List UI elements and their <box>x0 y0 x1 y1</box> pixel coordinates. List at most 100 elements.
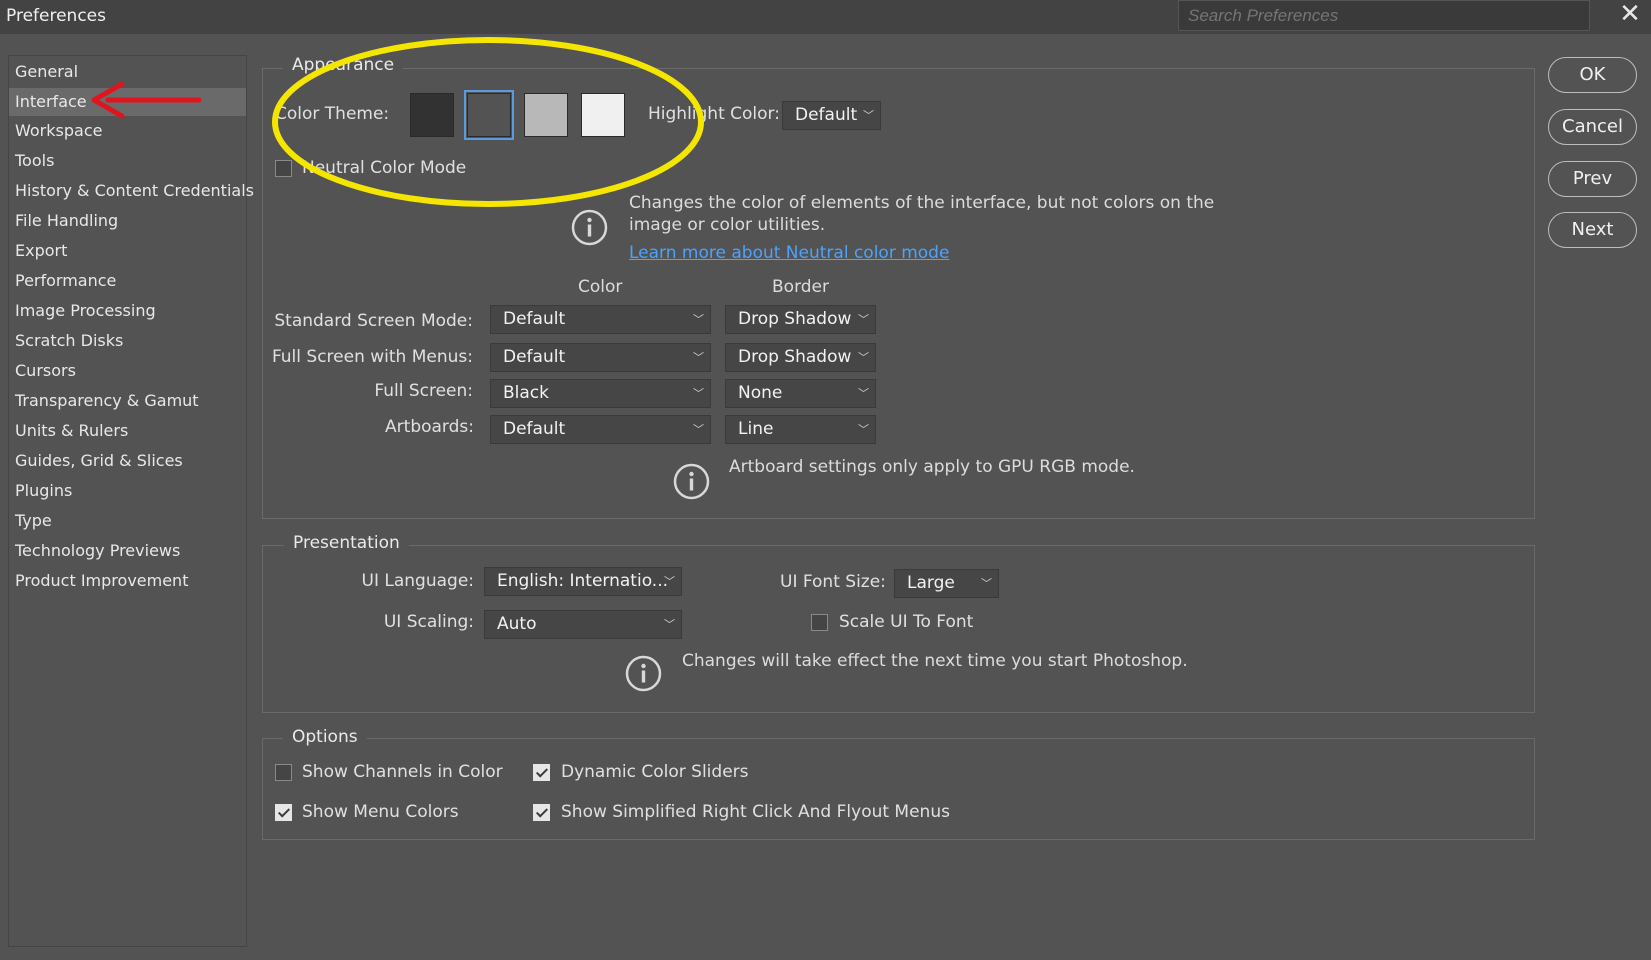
chevron-down-icon: ﹀ <box>858 423 869 436</box>
standard-screen-mode-color-dropdown[interactable]: Default ﹀ <box>490 305 711 334</box>
sidebar-item-plugins[interactable]: Plugins <box>9 477 246 505</box>
highlight-color-value: Default <box>795 105 858 125</box>
sidebar-item-interface[interactable]: Interface <box>9 88 246 116</box>
ui-language-dropdown[interactable]: English: Internatio... ﹀ <box>484 567 682 596</box>
border-column-header: Border <box>772 277 829 297</box>
dropdown-value: Black <box>503 383 549 403</box>
show-simplified-menus-checkbox[interactable] <box>533 804 550 821</box>
appearance-title: Appearance <box>283 55 404 75</box>
standard-screen-mode-border-dropdown[interactable]: Drop Shadow ﹀ <box>725 305 876 334</box>
theme-swatch-medium-light[interactable] <box>524 93 568 137</box>
neutral-info-line2: image or color utilities. <box>629 215 826 235</box>
ui-font-size-dropdown[interactable]: Large ﹀ <box>894 569 999 598</box>
info-icon <box>673 463 710 500</box>
dropdown-value: Default <box>503 419 566 439</box>
color-column-header: Color <box>578 277 623 297</box>
show-menu-colors-checkbox[interactable] <box>275 804 292 821</box>
sidebar-item-technology-previews[interactable]: Technology Previews <box>9 537 246 565</box>
neutral-color-mode-checkbox[interactable] <box>275 160 292 177</box>
highlight-color-dropdown[interactable]: Default ﹀ <box>782 101 881 130</box>
dynamic-color-sliders-checkbox[interactable] <box>533 764 550 781</box>
chevron-down-icon: ﹀ <box>981 577 992 590</box>
dropdown-value: English: Internatio... <box>497 571 669 591</box>
artboards-color-dropdown[interactable]: Default ﹀ <box>490 415 711 444</box>
sidebar-item-product-improvement[interactable]: Product Improvement <box>9 567 246 595</box>
chevron-down-icon: ﹀ <box>858 351 869 364</box>
scale-ui-to-font-label: Scale UI To Font <box>839 612 974 632</box>
theme-swatch-lightest[interactable] <box>581 93 625 137</box>
dropdown-value: Line <box>738 419 774 439</box>
sidebar-item-type[interactable]: Type <box>9 507 246 535</box>
sidebar-item-history-content-credentials[interactable]: History & Content Credentials <box>9 177 254 205</box>
close-icon[interactable]: ✕ <box>1615 0 1645 30</box>
search-input[interactable] <box>1178 0 1590 31</box>
artboard-info-text: Artboard settings only apply to GPU RGB … <box>729 457 1135 477</box>
full-screen-color-dropdown[interactable]: Black ﹀ <box>490 379 711 408</box>
standard-screen-mode-label: Standard Screen Mode: <box>274 311 473 331</box>
cancel-button[interactable]: Cancel <box>1548 109 1637 145</box>
ui-scaling-label: UI Scaling: <box>383 612 474 632</box>
presentation-title: Presentation <box>284 533 409 553</box>
chevron-down-icon: ﹀ <box>693 387 704 400</box>
sidebar-item-file-handling[interactable]: File Handling <box>9 207 246 235</box>
sidebar-item-units-rulers[interactable]: Units & Rulers <box>9 417 246 445</box>
dropdown-value: Default <box>503 309 566 329</box>
sidebar-item-workspace[interactable]: Workspace <box>9 117 246 145</box>
show-channels-in-color-checkbox[interactable] <box>275 764 292 781</box>
sidebar-item-scratch-disks[interactable]: Scratch Disks <box>9 327 246 355</box>
restart-info-text: Changes will take effect the next time y… <box>682 651 1188 671</box>
sidebar-item-guides-grid-slices[interactable]: Guides, Grid & Slices <box>9 447 246 475</box>
chevron-down-icon: ﹀ <box>664 575 675 588</box>
theme-swatch-dark[interactable] <box>464 90 514 140</box>
artboards-label: Artboards: <box>385 417 474 437</box>
sidebar-item-performance[interactable]: Performance <box>9 267 246 295</box>
sidebar-item-cursors[interactable]: Cursors <box>9 357 246 385</box>
prev-button[interactable]: Prev <box>1548 161 1637 197</box>
chevron-down-icon: ﹀ <box>693 423 704 436</box>
info-icon <box>571 209 608 246</box>
dropdown-value: Large <box>907 573 955 593</box>
learn-more-link[interactable]: Learn more about Neutral color mode <box>629 243 949 263</box>
chevron-down-icon: ﹀ <box>693 351 704 364</box>
sidebar-item-export[interactable]: Export <box>9 237 246 265</box>
dynamic-color-sliders-label: Dynamic Color Sliders <box>561 762 749 782</box>
neutral-info-line1: Changes the color of elements of the int… <box>629 193 1215 213</box>
title-bar: Preferences ✕ <box>0 0 1651 34</box>
chevron-down-icon: ﹀ <box>693 313 704 326</box>
full-screen-with-menus-border-dropdown[interactable]: Drop Shadow ﹀ <box>725 343 876 372</box>
ok-button[interactable]: OK <box>1548 57 1637 93</box>
chevron-down-icon: ﹀ <box>858 387 869 400</box>
sidebar-item-general[interactable]: General <box>9 58 246 86</box>
options-group <box>262 738 1535 840</box>
dropdown-value: None <box>738 383 783 403</box>
sidebar-item-transparency-gamut[interactable]: Transparency & Gamut <box>9 387 246 415</box>
chevron-down-icon: ﹀ <box>664 618 675 631</box>
full-screen-border-dropdown[interactable]: None ﹀ <box>725 379 876 408</box>
artboards-border-dropdown[interactable]: Line ﹀ <box>725 415 876 444</box>
sidebar-item-tools[interactable]: Tools <box>9 147 246 175</box>
show-channels-in-color-label: Show Channels in Color <box>302 762 503 782</box>
full-screen-with-menus-label: Full Screen with Menus: <box>271 347 473 367</box>
scale-ui-to-font-checkbox[interactable] <box>811 614 828 631</box>
sidebar-item-image-processing[interactable]: Image Processing <box>9 297 246 325</box>
highlight-color-label: Highlight Color: <box>648 104 780 124</box>
dropdown-value: Drop Shadow <box>738 309 852 329</box>
show-simplified-menus-label: Show Simplified Right Click And Flyout M… <box>561 802 950 822</box>
full-screen-label: Full Screen: <box>374 381 473 401</box>
ui-scaling-dropdown[interactable]: Auto ﹀ <box>484 610 682 639</box>
next-button[interactable]: Next <box>1548 212 1637 248</box>
info-icon <box>625 655 662 692</box>
ui-font-size-label: UI Font Size: <box>780 572 886 592</box>
chevron-down-icon: ﹀ <box>863 109 874 122</box>
dropdown-value: Drop Shadow <box>738 347 852 367</box>
color-theme-label: Color Theme: <box>275 104 390 124</box>
dropdown-value: Auto <box>497 614 537 634</box>
full-screen-with-menus-color-dropdown[interactable]: Default ﹀ <box>490 343 711 372</box>
dropdown-value: Default <box>503 347 566 367</box>
chevron-down-icon: ﹀ <box>858 313 869 326</box>
show-menu-colors-label: Show Menu Colors <box>302 802 459 822</box>
neutral-color-mode-label: Neutral Color Mode <box>302 158 467 178</box>
sidebar: General Interface Workspace Tools Histor… <box>8 55 254 947</box>
theme-swatch-darkest[interactable] <box>410 93 454 137</box>
window-title: Preferences <box>6 6 106 26</box>
